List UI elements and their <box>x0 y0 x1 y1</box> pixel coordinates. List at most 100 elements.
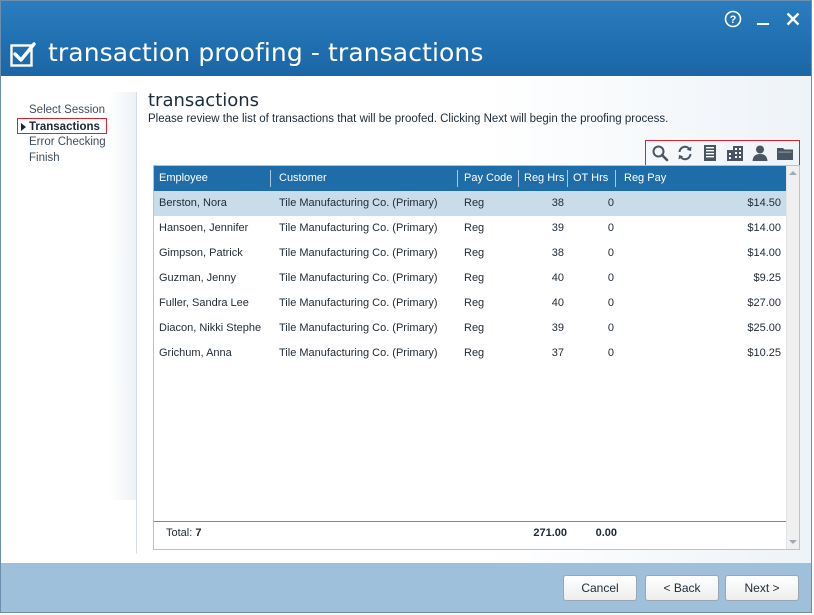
cell-reg-hrs: 40 <box>551 272 564 284</box>
cell-reg-pay: $25.00 <box>747 322 781 334</box>
vertical-scrollbar[interactable] <box>786 166 799 549</box>
table-row[interactable]: Hansoen, Jennifer Tile Manufacturing Co.… <box>154 216 787 241</box>
cell-employee: Berston, Nora <box>159 197 227 209</box>
page-description: Please review the list of transactions t… <box>148 113 669 125</box>
nav-item-error-checking[interactable]: Error Checking <box>17 134 117 150</box>
cell-ot-hrs: 0 <box>607 247 614 259</box>
window-controls: ? <box>723 9 803 29</box>
title-bar: ? transaction proofing - transactions <box>1 1 811 76</box>
column-header-reg-pay[interactable]: Reg Pay <box>624 166 666 191</box>
cell-ot-hrs: 0 <box>607 297 614 309</box>
current-step-arrow-icon <box>21 123 26 131</box>
cell-reg-hrs: 37 <box>551 347 564 359</box>
cell-reg-pay: $14.50 <box>747 197 781 209</box>
cell-pay-code: Reg <box>464 322 485 334</box>
cell-reg-pay: $14.00 <box>747 222 781 234</box>
search-icon <box>652 145 669 162</box>
column-header-employee[interactable]: Employee <box>159 166 208 191</box>
page-title: transactions <box>148 90 260 111</box>
cell-customer: Tile Manufacturing Co. (Primary) <box>279 272 438 284</box>
cell-employee: Grichum, Anna <box>159 347 232 359</box>
customer-button[interactable] <box>724 143 746 163</box>
cell-pay-code: Reg <box>464 247 485 259</box>
grid-rows: Berston, Nora Tile Manufacturing Co. (Pr… <box>154 191 787 366</box>
table-row[interactable]: Diacon, Nikki Stephe Tile Manufacturing … <box>154 316 787 341</box>
cell-pay-code: Reg <box>464 347 485 359</box>
document-icon <box>704 145 717 161</box>
column-separator[interactable] <box>615 170 616 187</box>
refresh-icon <box>678 145 692 161</box>
folder-icon <box>776 148 793 160</box>
cell-ot-hrs: 0 <box>607 222 614 234</box>
cell-ot-hrs: 0 <box>607 272 614 284</box>
cell-reg-hrs: 39 <box>551 322 564 334</box>
scroll-down-arrow-icon[interactable] <box>789 540 797 544</box>
grid-toolbar <box>645 140 800 166</box>
column-header-reg-hrs[interactable]: Reg Hrs <box>524 166 564 191</box>
table-row[interactable]: Fuller, Sandra Lee Tile Manufacturing Co… <box>154 291 787 316</box>
nav-item-label: Finish <box>29 152 60 164</box>
building-icon <box>726 146 743 161</box>
cell-reg-hrs: 39 <box>551 222 564 234</box>
table-row[interactable]: Grichum, Anna Tile Manufacturing Co. (Pr… <box>154 341 787 366</box>
folder-button[interactable] <box>774 143 796 163</box>
nav-item-label: Select Session <box>29 104 106 116</box>
svg-text:?: ? <box>730 14 737 26</box>
transactions-grid: Employee Customer Pay Code Reg Hrs OT Hr… <box>153 165 800 550</box>
document-button[interactable] <box>699 143 721 163</box>
person-icon <box>752 145 768 161</box>
nav-item-transactions[interactable]: Transactions <box>17 118 107 134</box>
column-separator[interactable] <box>518 170 519 187</box>
nav-item-select-session[interactable]: Select Session <box>17 102 117 118</box>
cell-employee: Diacon, Nikki Stephe <box>159 322 262 334</box>
cell-reg-pay: $10.25 <box>747 347 781 359</box>
column-header-pay-code[interactable]: Pay Code <box>464 166 512 191</box>
cancel-button[interactable]: Cancel <box>563 575 637 601</box>
cell-reg-hrs: 38 <box>551 247 564 259</box>
wizard-steps-nav: Select Session Transactions Error Checki… <box>17 102 117 166</box>
transaction-proofing-window: ? transaction proofing - transactions Se… <box>0 0 812 613</box>
window-title: transaction proofing - transactions <box>48 38 484 67</box>
cell-pay-code: Reg <box>464 272 485 284</box>
ot-hrs-total: 0.00 <box>595 527 617 539</box>
nav-divider <box>136 92 137 554</box>
cell-reg-pay: $9.25 <box>753 272 781 284</box>
cell-employee: Fuller, Sandra Lee <box>159 297 249 309</box>
table-row[interactable]: Gimpson, Patrick Tile Manufacturing Co. … <box>154 241 787 266</box>
cell-reg-pay: $14.00 <box>747 247 781 259</box>
cell-customer: Tile Manufacturing Co. (Primary) <box>279 347 438 359</box>
nav-item-label: Transactions <box>29 121 100 133</box>
cell-customer: Tile Manufacturing Co. (Primary) <box>279 222 438 234</box>
help-icon: ? <box>724 10 742 28</box>
close-button[interactable] <box>783 9 803 29</box>
cell-employee: Gimpson, Patrick <box>159 247 243 259</box>
scroll-up-arrow-icon[interactable] <box>789 171 797 175</box>
minimize-button[interactable] <box>753 9 773 29</box>
employee-button[interactable] <box>749 143 771 163</box>
search-button[interactable] <box>649 143 671 163</box>
refresh-button[interactable] <box>674 143 696 163</box>
nav-item-finish[interactable]: Finish <box>17 150 117 166</box>
help-button[interactable]: ? <box>723 9 743 29</box>
back-button[interactable]: < Back <box>645 575 719 601</box>
grid-header: Employee Customer Pay Code Reg Hrs OT Hr… <box>154 166 787 191</box>
cell-customer: Tile Manufacturing Co. (Primary) <box>279 197 438 209</box>
wizard-body: Select Session Transactions Error Checki… <box>1 76 811 563</box>
minimize-icon <box>757 23 769 25</box>
table-row[interactable]: Berston, Nora Tile Manufacturing Co. (Pr… <box>154 191 787 216</box>
cell-customer: Tile Manufacturing Co. (Primary) <box>279 247 438 259</box>
grid-footer: Total: 7 271.00 0.00 <box>154 521 787 549</box>
column-separator[interactable] <box>270 170 271 187</box>
cell-reg-pay: $27.00 <box>747 297 781 309</box>
table-row[interactable]: Guzman, Jenny Tile Manufacturing Co. (Pr… <box>154 266 787 291</box>
column-separator[interactable] <box>457 170 458 187</box>
column-header-ot-hrs[interactable]: OT Hrs <box>573 166 608 191</box>
column-separator[interactable] <box>567 170 568 187</box>
checkbox-icon <box>10 42 36 67</box>
cell-customer: Tile Manufacturing Co. (Primary) <box>279 297 438 309</box>
column-header-customer[interactable]: Customer <box>279 166 327 191</box>
next-button[interactable]: Next > <box>725 575 799 601</box>
cell-pay-code: Reg <box>464 222 485 234</box>
cell-pay-code: Reg <box>464 297 485 309</box>
cell-pay-code: Reg <box>464 197 485 209</box>
